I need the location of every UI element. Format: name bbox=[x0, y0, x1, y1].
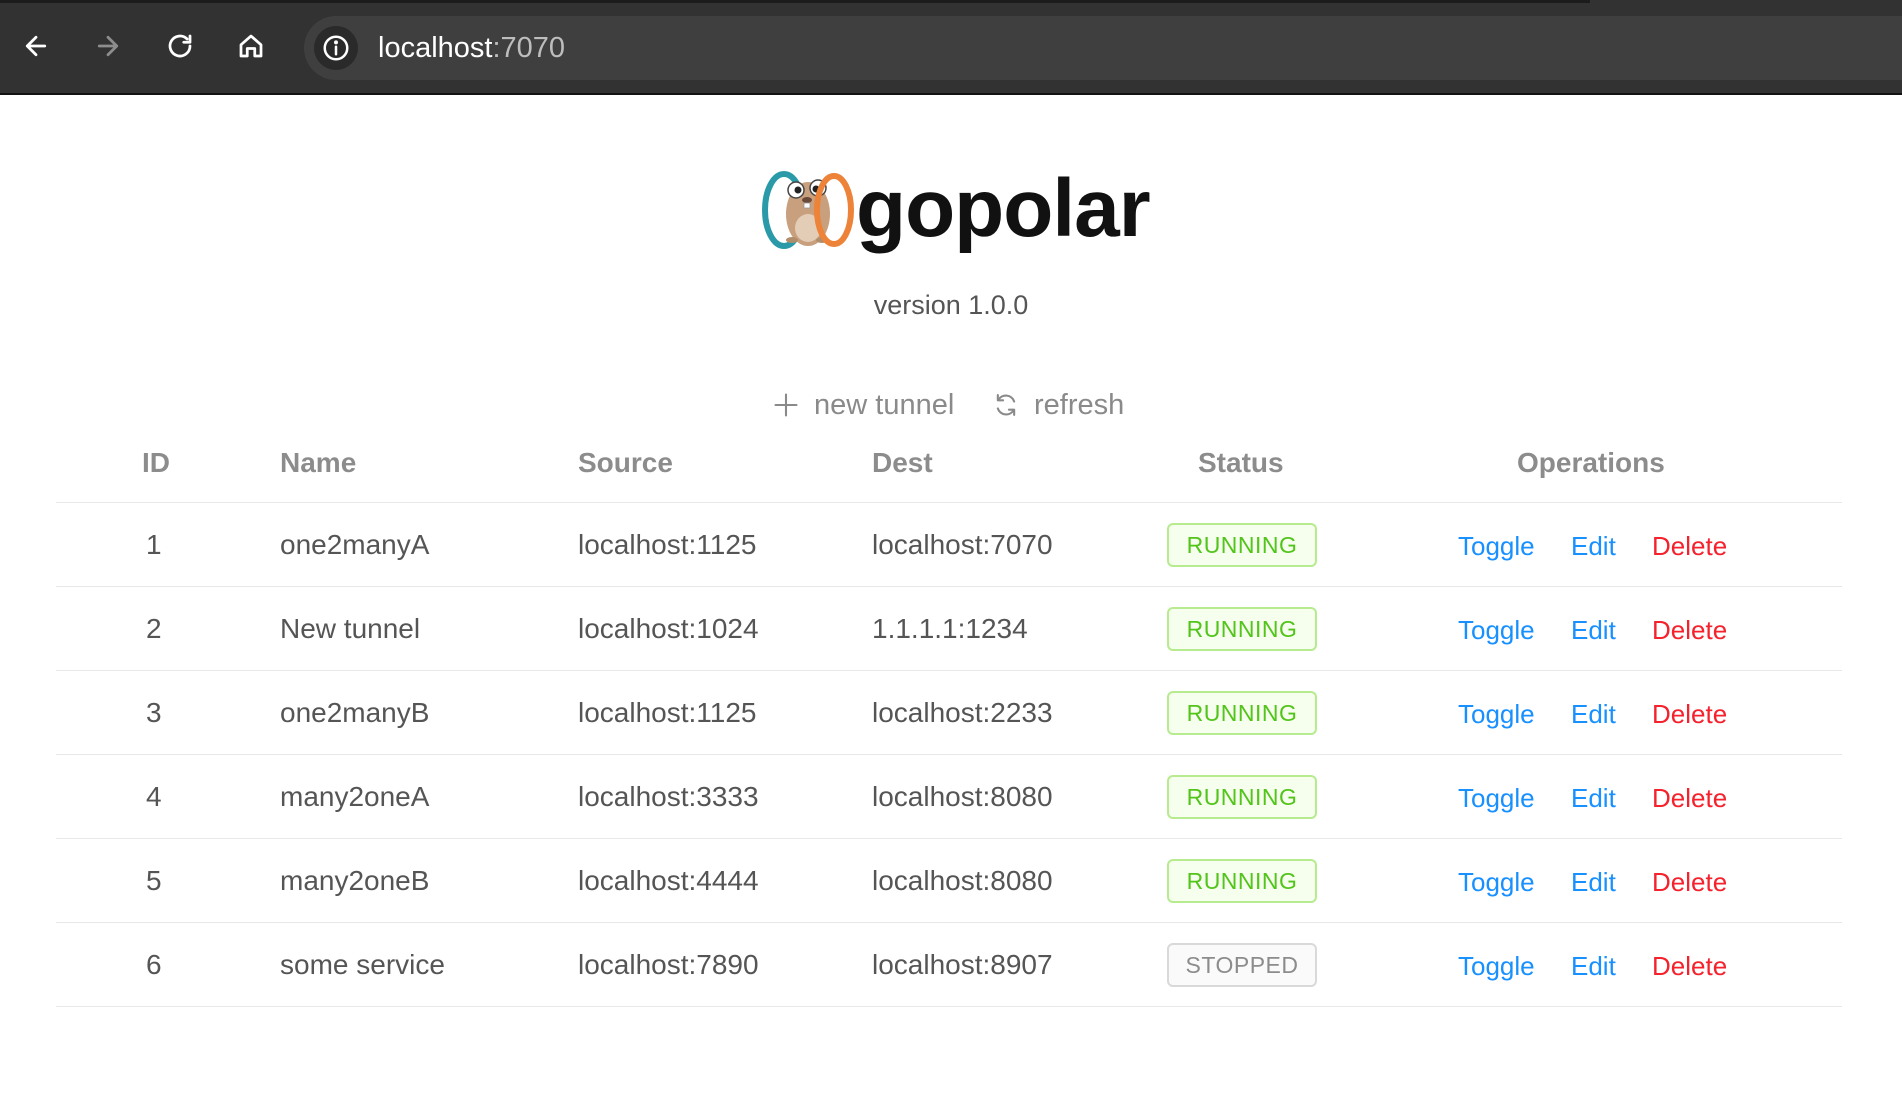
reload-icon bbox=[168, 34, 192, 58]
delete-button[interactable]: Delete bbox=[1652, 503, 1727, 589]
plus-icon bbox=[774, 393, 798, 417]
table-row: 2 New tunnel localhost:1024 1.1.1.1:1234 RUN… bbox=[56, 587, 1842, 671]
app-title: gopolar bbox=[856, 163, 1151, 254]
delete-button[interactable]: Delete bbox=[1652, 839, 1727, 925]
table-header: ID Name Source Dest Status Operations bbox=[56, 438, 1842, 503]
refresh-button[interactable]: refresh bbox=[992, 385, 1124, 425]
browser-toolbar: localhost:7070 bbox=[0, 0, 1902, 95]
cell-dest: localhost:7070 bbox=[872, 529, 1053, 560]
table-row: 1 one2manyA localhost:1125 localhost:7070 RU… bbox=[56, 503, 1842, 587]
status-badge: RUNNING bbox=[1167, 859, 1317, 903]
toggle-button[interactable]: Toggle bbox=[1458, 671, 1535, 757]
cell-id: 3 bbox=[146, 697, 162, 728]
cell-source: localhost:1125 bbox=[578, 697, 757, 728]
cell-id: 2 bbox=[146, 613, 162, 644]
status-badge: RUNNING bbox=[1167, 523, 1317, 567]
gopolar-logo bbox=[756, 168, 862, 252]
toolbar-divider bbox=[0, 93, 1902, 95]
delete-button[interactable]: Delete bbox=[1652, 755, 1727, 841]
cell-source: localhost:4444 bbox=[578, 865, 759, 896]
cell-dest: localhost:8080 bbox=[872, 781, 1053, 812]
site-info-icon[interactable] bbox=[314, 26, 358, 70]
tunnels-table: ID Name Source Dest Status Operations 1 o… bbox=[56, 438, 1842, 1007]
cell-source: localhost:3333 bbox=[578, 781, 759, 812]
cell-source: localhost:1125 bbox=[578, 529, 757, 560]
col-header-source: Source bbox=[578, 447, 673, 478]
refresh-icon bbox=[996, 394, 1016, 416]
status-badge: RUNNING bbox=[1167, 775, 1317, 819]
edit-button[interactable]: Edit bbox=[1571, 587, 1616, 673]
toggle-button[interactable]: Toggle bbox=[1458, 923, 1535, 1009]
forward-button[interactable] bbox=[86, 24, 130, 68]
col-header-operations: Operations bbox=[1517, 447, 1665, 478]
table-row: 4 many2oneA localhost:3333 localhost:8080 RU… bbox=[56, 755, 1842, 839]
cell-dest: localhost:2233 bbox=[872, 697, 1053, 728]
url-port: :7070 bbox=[492, 32, 566, 64]
delete-button[interactable]: Delete bbox=[1652, 923, 1727, 1009]
reload-button[interactable] bbox=[158, 24, 202, 68]
back-button[interactable] bbox=[14, 24, 58, 68]
status-badge: RUNNING bbox=[1167, 607, 1317, 651]
new-tunnel-label: new tunnel bbox=[814, 388, 955, 421]
home-icon bbox=[239, 34, 263, 58]
edit-button[interactable]: Edit bbox=[1571, 755, 1616, 841]
delete-button[interactable]: Delete bbox=[1652, 587, 1727, 673]
col-header-dest: Dest bbox=[872, 447, 933, 478]
home-button[interactable] bbox=[229, 24, 273, 68]
cell-name: one2manyB bbox=[280, 697, 430, 728]
cell-name: New tunnel bbox=[280, 613, 421, 644]
table-body: 1 one2manyA localhost:1125 localhost:7070 RU… bbox=[56, 503, 1842, 1007]
delete-button[interactable]: Delete bbox=[1652, 671, 1727, 757]
cell-id: 4 bbox=[146, 781, 162, 812]
cell-dest: 1.1.1.1:1234 bbox=[872, 613, 1028, 644]
status-badge: STOPPED bbox=[1167, 943, 1317, 987]
address-bar[interactable]: localhost:7070 bbox=[304, 16, 1902, 80]
cell-name: one2manyA bbox=[280, 529, 430, 560]
table-row: 5 many2oneB localhost:4444 localhost:8080 RU… bbox=[56, 839, 1842, 923]
arrow-left-icon bbox=[25, 35, 47, 57]
url-text: localhost:7070 bbox=[378, 30, 565, 66]
tab-strip-edge bbox=[0, 0, 1590, 3]
toggle-button[interactable]: Toggle bbox=[1458, 587, 1535, 673]
cell-dest: localhost:8907 bbox=[872, 949, 1053, 980]
cell-id: 6 bbox=[146, 949, 162, 980]
toggle-button[interactable]: Toggle bbox=[1458, 839, 1535, 925]
toggle-button[interactable]: Toggle bbox=[1458, 755, 1535, 841]
url-host: localhost bbox=[378, 32, 493, 64]
cell-id: 5 bbox=[146, 865, 162, 896]
cell-id: 1 bbox=[146, 529, 162, 560]
edit-button[interactable]: Edit bbox=[1571, 923, 1616, 1009]
col-header-name: Name bbox=[280, 447, 357, 478]
edit-button[interactable]: Edit bbox=[1571, 671, 1616, 757]
table-row: 3 one2manyB localhost:1125 localhost:2233 RU… bbox=[56, 671, 1842, 755]
edit-button[interactable]: Edit bbox=[1571, 839, 1616, 925]
col-header-status: Status bbox=[1198, 447, 1284, 478]
status-badge: RUNNING bbox=[1167, 691, 1317, 735]
cell-name: many2oneB bbox=[280, 865, 430, 896]
new-tunnel-button[interactable]: new tunnel bbox=[772, 385, 954, 425]
cell-name: some service bbox=[280, 949, 445, 980]
cell-source: localhost:1024 bbox=[578, 613, 759, 644]
table-row: 6 some service localhost:7890 localhost:890… bbox=[56, 923, 1842, 1007]
col-header-id: ID bbox=[142, 447, 170, 478]
version-label: version 1.0.0 bbox=[873, 290, 1029, 320]
refresh-label: refresh bbox=[1034, 388, 1125, 421]
cell-dest: localhost:8080 bbox=[872, 865, 1053, 896]
toggle-button[interactable]: Toggle bbox=[1458, 503, 1535, 589]
edit-button[interactable]: Edit bbox=[1571, 503, 1616, 589]
cell-source: localhost:7890 bbox=[578, 949, 759, 980]
cell-name: many2oneA bbox=[280, 781, 430, 812]
arrow-right-icon bbox=[97, 35, 119, 57]
